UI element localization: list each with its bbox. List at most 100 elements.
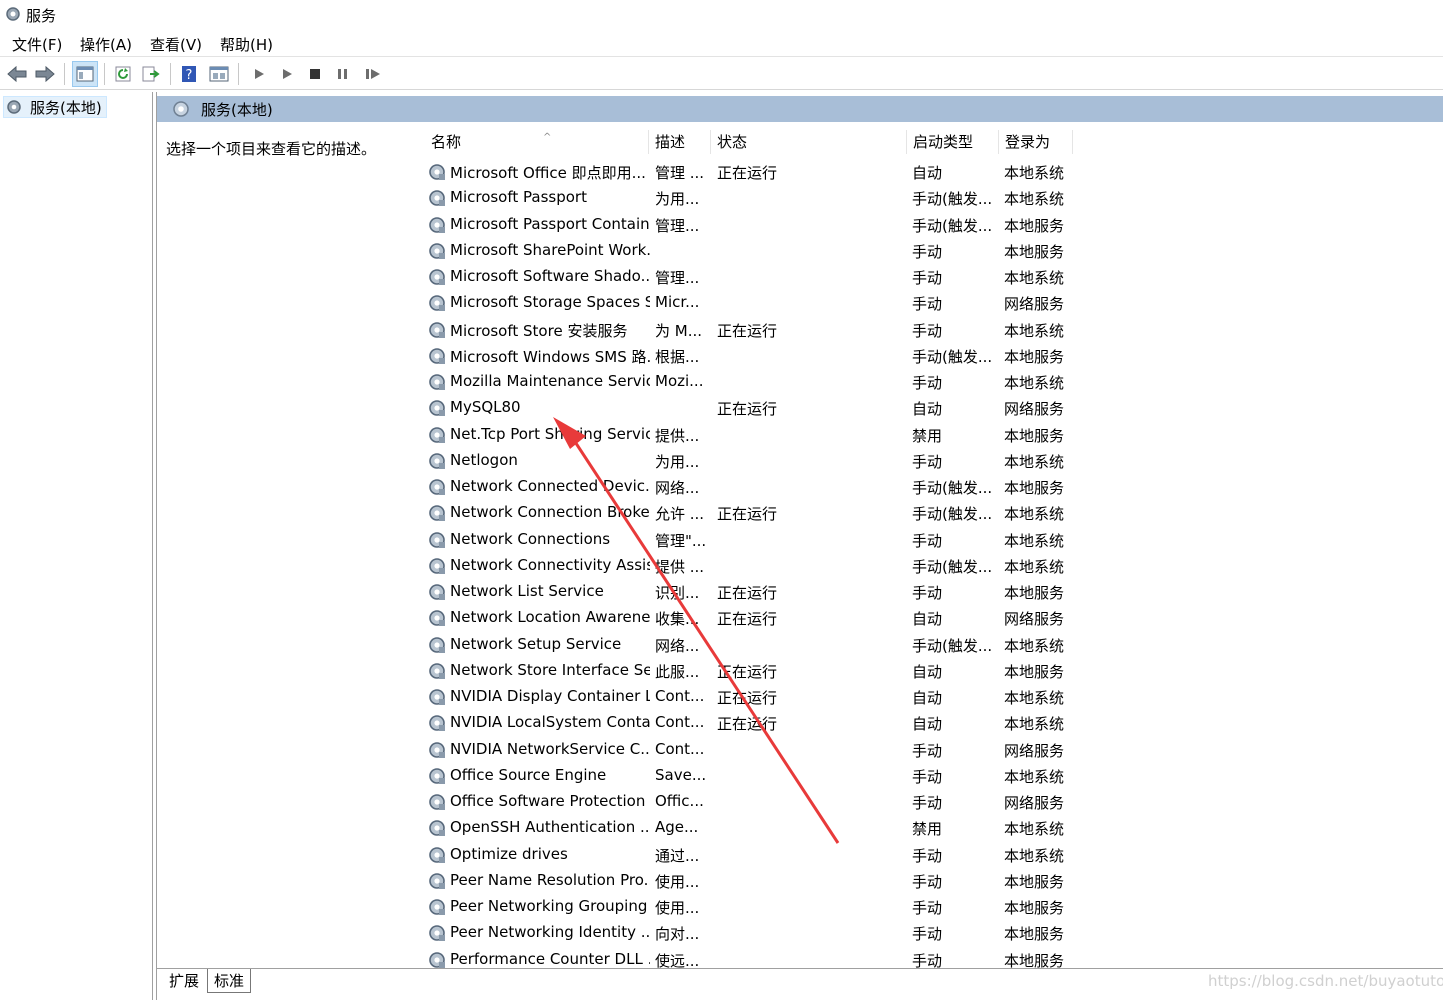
table-row[interactable]: Network Location Awarene... 收集... 正在运行 自动 网络… bbox=[415, 605, 1443, 631]
table-row[interactable]: Netlogon 为用... 手动 本地系统 bbox=[415, 448, 1443, 474]
service-status: 正在运行 bbox=[717, 584, 778, 602]
table-row[interactable]: Office Software Protection ... Offic... 手动… bbox=[415, 789, 1443, 815]
service-startup-type: 自动 bbox=[912, 610, 943, 629]
menu-action[interactable]: 操作(A) bbox=[80, 34, 132, 55]
service-gear-icon bbox=[427, 188, 447, 212]
service-description: 为用... bbox=[655, 452, 700, 471]
service-startup-type: 手动 bbox=[912, 531, 943, 550]
refresh-icon[interactable] bbox=[110, 61, 136, 87]
column-header-startup-type[interactable]: 启动类型 bbox=[907, 130, 999, 154]
tab-standard[interactable]: 标准 bbox=[207, 969, 252, 993]
table-row[interactable]: Peer Networking Grouping 使用... 手动 本地服务 bbox=[415, 894, 1443, 920]
menu-file[interactable]: 文件(F) bbox=[12, 34, 62, 55]
service-description: Micr... bbox=[655, 293, 700, 312]
forward-arrow-icon[interactable] bbox=[32, 61, 58, 87]
restart-service-icon[interactable] bbox=[360, 61, 386, 87]
service-gear-icon bbox=[427, 267, 447, 291]
toolbar-separator bbox=[170, 63, 171, 85]
column-header-status[interactable]: 状态 bbox=[711, 130, 907, 154]
table-row[interactable]: Network Connection Broker 允许 ... 正在运行 手动(触发… bbox=[415, 500, 1443, 526]
service-name: Network Connectivity Assis... bbox=[450, 555, 650, 574]
services-pane: 服务(本地) 选择一个项目来查看它的描述。 名称 ^ 描述 状态 启动类型 登录… bbox=[156, 92, 1443, 1000]
table-row[interactable]: Network Connections 管理"... 手动 本地系统 bbox=[415, 527, 1443, 553]
table-row[interactable]: NVIDIA NetworkService C... Cont... 手动 网络服务 bbox=[415, 737, 1443, 763]
table-row[interactable]: Network Connectivity Assis... 提供 ... 手动(触发… bbox=[415, 553, 1443, 579]
toolbar-separator bbox=[238, 63, 239, 85]
service-description: 允许 ... bbox=[655, 505, 705, 524]
back-arrow-icon[interactable] bbox=[4, 61, 30, 87]
console-tree-icon[interactable] bbox=[72, 61, 98, 87]
table-row[interactable]: Microsoft Storage Spaces S... Micr... 手动 网络… bbox=[415, 290, 1443, 316]
service-name: Network Location Awarene... bbox=[450, 608, 650, 627]
service-startup-type: 手动(触发... bbox=[912, 636, 993, 655]
column-header-name[interactable]: 名称 ^ bbox=[425, 130, 649, 154]
service-name: Network Setup Service bbox=[450, 634, 622, 653]
table-row[interactable]: NVIDIA Display Container LS Cont... 正在运行 自动… bbox=[415, 684, 1443, 710]
service-startup-type: 自动 bbox=[912, 400, 943, 419]
stop-service-icon[interactable] bbox=[302, 61, 328, 87]
service-description: 收集... bbox=[655, 610, 700, 629]
table-row[interactable]: Microsoft Windows SMS 路... 根据... 手动(触发... 本… bbox=[415, 343, 1443, 369]
service-logon: 本地系统 bbox=[1004, 374, 1065, 392]
service-startup-type: 手动 bbox=[912, 295, 943, 314]
service-gear-icon bbox=[427, 293, 447, 317]
service-gear-icon bbox=[427, 713, 447, 737]
column-header-description[interactable]: 描述 bbox=[649, 130, 711, 154]
service-gear-icon bbox=[427, 740, 447, 764]
column-header-logon-as[interactable]: 登录为 bbox=[999, 130, 1073, 154]
service-name: Network Connected Devic... bbox=[450, 477, 650, 495]
start-alt-icon[interactable] bbox=[274, 61, 300, 87]
table-row[interactable]: OpenSSH Authentication ... Age... 禁用 本地系统 bbox=[415, 815, 1443, 841]
table-row[interactable]: Microsoft Passport 为用... 手动(触发... 本地系统 bbox=[415, 185, 1443, 211]
table-row[interactable]: Network Setup Service 网络... 手动(触发... 本地系统 bbox=[415, 632, 1443, 658]
table-row[interactable]: Office Source Engine Save... 手动 本地系统 bbox=[415, 763, 1443, 789]
service-startup-type: 手动 bbox=[912, 741, 943, 760]
service-name: Office Software Protection ... bbox=[450, 792, 650, 810]
properties-icon[interactable] bbox=[206, 61, 232, 87]
service-name: Microsoft Windows SMS 路... bbox=[450, 347, 650, 366]
table-row[interactable]: Network List Service 识别... 正在运行 手动 本地服务 bbox=[415, 579, 1443, 605]
service-description: 此服... bbox=[655, 662, 700, 681]
start-service-icon[interactable] bbox=[246, 61, 272, 87]
service-startup-type: 手动 bbox=[912, 269, 943, 287]
table-row[interactable]: Mozilla Maintenance Service Mozi... 手动 本地系统 bbox=[415, 369, 1443, 395]
table-row[interactable]: Peer Name Resolution Pro... 使用... 手动 本地服务 bbox=[415, 868, 1443, 894]
tree-item-services-local[interactable]: 服务(本地) bbox=[3, 96, 107, 118]
service-logon: 网络服务 bbox=[1004, 794, 1065, 812]
menu-help[interactable]: 帮助(H) bbox=[220, 34, 273, 55]
table-row[interactable]: Microsoft SharePoint Work... 手动 本地服务 bbox=[415, 238, 1443, 264]
console-tree-pane: 服务(本地) bbox=[0, 92, 153, 1000]
service-logon: 本地服务 bbox=[1004, 662, 1065, 681]
service-gear-icon bbox=[427, 818, 447, 842]
service-name: Performance Counter DLL ... bbox=[450, 949, 650, 968]
table-row[interactable]: Net.Tcp Port Sharing Service 提供... 禁用 本地服务 bbox=[415, 422, 1443, 448]
service-logon: 本地服务 bbox=[1004, 479, 1065, 497]
service-name: Network List Service bbox=[450, 582, 604, 600]
table-row[interactable]: Microsoft Software Shado... 管理... 手动 本地系统 bbox=[415, 264, 1443, 290]
table-row[interactable]: Network Store Interface Se... 此服... 正在运行 自动… bbox=[415, 658, 1443, 684]
table-row[interactable]: NVIDIA LocalSystem Conta... Cont... 正在运行 自动… bbox=[415, 710, 1443, 736]
export-list-icon[interactable] bbox=[138, 61, 164, 87]
table-row[interactable]: Microsoft Office 即点即用... 管理 ... 正在运行 自动 本地系统 bbox=[415, 159, 1443, 185]
table-row[interactable]: Microsoft Passport Container 管理... 手动(触发..… bbox=[415, 212, 1443, 238]
table-row[interactable]: Network Connected Devic... 网络... 手动(触发... 本… bbox=[415, 474, 1443, 500]
services-list: 名称 ^ 描述 状态 启动类型 登录为 Microsoft Office 即点即… bbox=[415, 122, 1443, 970]
pane-header-title: 服务(本地) bbox=[201, 100, 273, 119]
table-row[interactable]: Optimize drives 通过... 手动 本地系统 bbox=[415, 842, 1443, 868]
table-row[interactable]: Peer Networking Identity ... 向对... 手动 本地服务 bbox=[415, 920, 1443, 946]
svg-text:?: ? bbox=[186, 68, 193, 83]
menu-view[interactable]: 查看(V) bbox=[150, 34, 202, 55]
title-bar: 服务 bbox=[0, 0, 1443, 30]
sort-ascending-icon: ^ bbox=[543, 132, 552, 143]
service-name: Peer Networking Identity ... bbox=[450, 923, 650, 942]
help-icon[interactable]: ? bbox=[176, 61, 202, 87]
service-name: Net.Tcp Port Sharing Service bbox=[450, 424, 650, 443]
service-gear-icon bbox=[427, 451, 447, 475]
pause-service-icon[interactable] bbox=[330, 61, 356, 87]
service-gear-icon bbox=[427, 608, 447, 632]
service-gear-icon bbox=[427, 346, 447, 370]
table-row[interactable]: MySQL80 正在运行 自动 网络服务 bbox=[415, 395, 1443, 421]
service-description: 根据... bbox=[655, 347, 700, 366]
tab-extended[interactable]: 扩展 bbox=[163, 969, 205, 993]
table-row[interactable]: Microsoft Store 安装服务 为 M... 正在运行 手动 本地系统 bbox=[415, 317, 1443, 343]
